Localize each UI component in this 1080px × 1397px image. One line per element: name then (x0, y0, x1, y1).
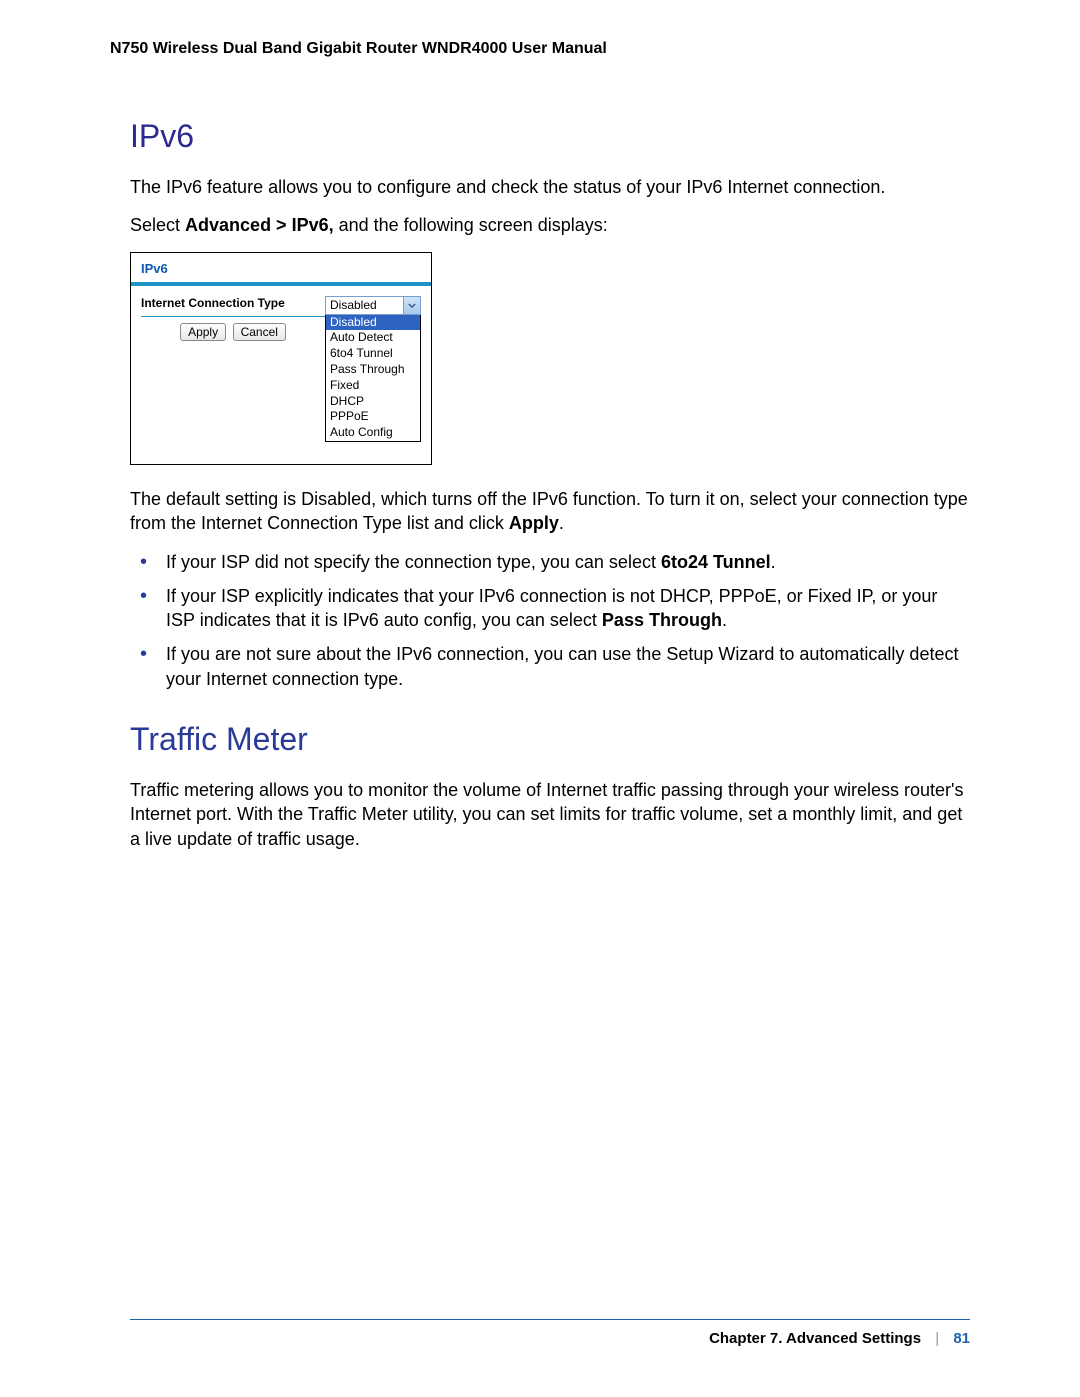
dropdown-option[interactable]: Auto Config (326, 425, 420, 441)
footer-divider (130, 1319, 970, 1320)
cancel-button[interactable]: Cancel (233, 323, 286, 341)
paragraph: The IPv6 feature allows you to configure… (130, 175, 970, 199)
ipv6-settings-screenshot: IPv6 Internet Connection Type Apply Canc… (130, 252, 432, 465)
dropdown-option[interactable]: DHCP (326, 394, 420, 410)
separator: | (935, 1330, 939, 1347)
text: . (559, 513, 564, 533)
dropdown-option[interactable]: PPPoE (326, 409, 420, 425)
section-heading-traffic-meter: Traffic Meter (130, 721, 970, 758)
manual-header: N750 Wireless Dual Band Gigabit Router W… (110, 40, 970, 58)
text: Select (130, 215, 185, 235)
dropdown-option[interactable]: Fixed (326, 378, 420, 394)
text: . (722, 610, 727, 630)
chevron-down-icon (403, 297, 420, 314)
list-item: If your ISP explicitly indicates that yo… (130, 584, 970, 633)
text: If you are not sure about the IPv6 conne… (166, 644, 958, 688)
chapter-label: Chapter 7. Advanced Settings (709, 1330, 921, 1347)
text-bold: Pass Through (602, 610, 722, 630)
text: If your ISP did not specify the connecti… (166, 552, 661, 572)
text: . (771, 552, 776, 572)
page-number: 81 (953, 1330, 970, 1347)
list-item: If you are not sure about the IPv6 conne… (130, 642, 970, 691)
divider (141, 316, 325, 317)
select-value: Disabled (330, 298, 377, 312)
dropdown-options[interactable]: Disabled Auto Detect 6to4 Tunnel Pass Th… (325, 315, 421, 442)
dropdown-option[interactable]: 6to4 Tunnel (326, 346, 420, 362)
paragraph: Select Advanced > IPv6, and the followin… (130, 213, 970, 237)
dropdown-option[interactable]: Auto Detect (326, 330, 420, 346)
list-item: If your ISP did not specify the connecti… (130, 550, 970, 574)
panel-title: IPv6 (131, 253, 431, 282)
paragraph: The default setting is Disabled, which t… (130, 487, 970, 536)
section-heading-ipv6: IPv6 (130, 118, 970, 155)
paragraph: Traffic metering allows you to monitor t… (130, 778, 970, 851)
dropdown-option[interactable]: Disabled (326, 315, 420, 331)
text: If your ISP explicitly indicates that yo… (166, 586, 937, 630)
field-label: Internet Connection Type (141, 296, 325, 314)
dropdown-option[interactable]: Pass Through (326, 362, 420, 378)
text: and the following screen displays: (334, 215, 608, 235)
text-bold: 6to24 Tunnel (661, 552, 771, 572)
apply-button[interactable]: Apply (180, 323, 226, 341)
page-footer: Chapter 7. Advanced Settings | 81 (130, 1319, 970, 1347)
text-bold: Apply (509, 513, 559, 533)
bullet-list: If your ISP did not specify the connecti… (130, 550, 970, 691)
connection-type-select[interactable]: Disabled (325, 296, 421, 315)
nav-path: Advanced > IPv6, (185, 215, 334, 235)
